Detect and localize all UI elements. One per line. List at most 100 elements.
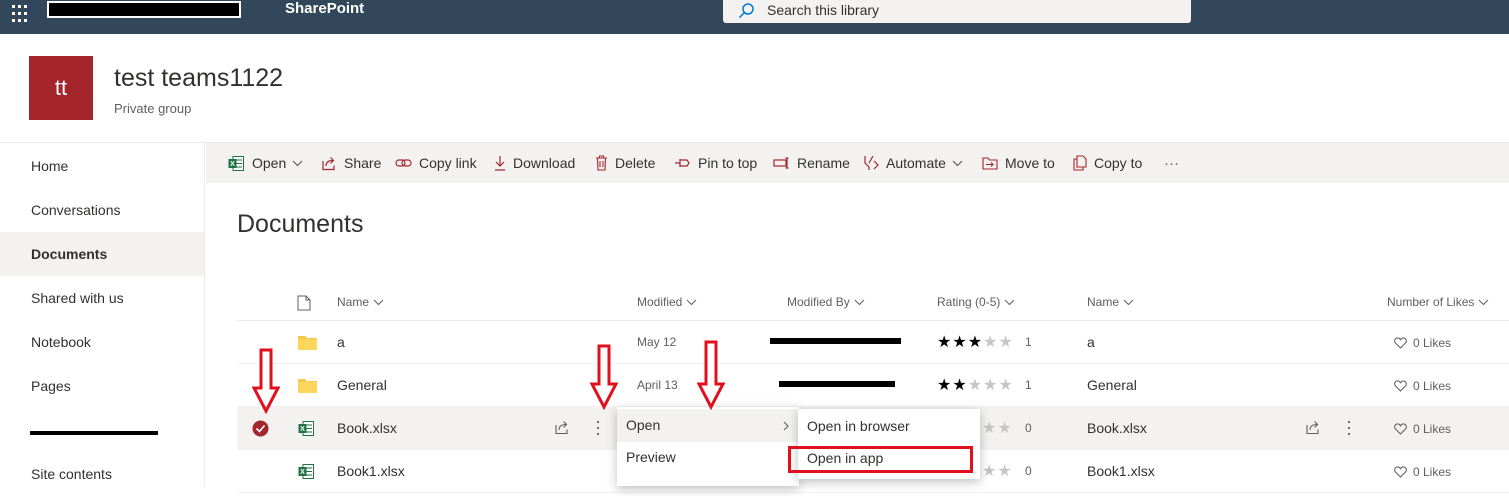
more-vertical-icon[interactable] xyxy=(1346,420,1352,436)
chevron-down-icon xyxy=(952,160,963,166)
delete-button[interactable]: Delete xyxy=(595,143,655,183)
nav-item-shared-with-us[interactable]: Shared with us xyxy=(0,276,204,320)
file-name[interactable]: General xyxy=(337,364,387,407)
share-button[interactable]: Share xyxy=(321,143,381,183)
table-row[interactable]: a May 12 ★★★★★ 1 a 0 Likes xyxy=(237,321,1509,364)
annotation-highlight-box xyxy=(788,446,973,473)
automate-button[interactable]: Automate xyxy=(863,143,970,183)
share-icon[interactable] xyxy=(1305,420,1321,435)
column-header-modified-by[interactable]: Modified By xyxy=(787,295,865,309)
menu-item-open-label: Open xyxy=(626,417,661,433)
file-name[interactable]: Book.xlsx xyxy=(337,407,397,450)
copy-link-label: Copy link xyxy=(419,155,477,171)
annotation-arrow-down-icon xyxy=(590,344,618,410)
modified-by-redacted xyxy=(779,381,895,387)
menu-item-open[interactable]: Open xyxy=(617,409,799,442)
name-column-value: Book.xlsx xyxy=(1087,420,1147,436)
column-modified-by-label: Modified By xyxy=(787,295,850,309)
likes-button[interactable]: 0 Likes xyxy=(1394,364,1451,407)
download-icon xyxy=(495,156,505,171)
context-menu: Open Preview xyxy=(617,407,799,486)
rating-count: 1 xyxy=(1025,378,1032,392)
rating-count: 1 xyxy=(1025,335,1032,349)
likes-button[interactable]: 0 Likes xyxy=(1394,450,1451,493)
menu-item-preview[interactable]: Preview xyxy=(617,441,799,474)
excel-icon: X xyxy=(228,155,244,171)
pin-to-top-button[interactable]: Pin to top xyxy=(674,143,757,183)
nav-item-site-contents[interactable]: Site contents xyxy=(0,452,204,496)
site-title[interactable]: test teams1122 xyxy=(114,64,283,93)
automate-label: Automate xyxy=(886,155,946,171)
heart-icon xyxy=(1394,336,1407,349)
nav-item-pages[interactable]: Pages xyxy=(0,364,204,408)
delete-label: Delete xyxy=(615,155,656,171)
search-box[interactable]: Search this library xyxy=(723,0,1191,23)
name-column-value: Book1.xlsx xyxy=(1087,463,1155,479)
likes-button[interactable]: 0 Likes xyxy=(1394,407,1451,450)
file-name[interactable]: Book1.xlsx xyxy=(337,450,405,493)
redacted-tenant-name xyxy=(47,1,241,18)
checkmark-circle-icon[interactable] xyxy=(252,420,269,437)
column-header-modified[interactable]: Modified xyxy=(637,295,697,309)
pin-to-top-label: Pin to top xyxy=(698,155,758,171)
open-button[interactable]: X Open xyxy=(228,143,310,183)
left-navigation: Home Conversations Documents Shared with… xyxy=(0,143,205,486)
file-type-column-icon[interactable] xyxy=(297,295,311,311)
rating-stars[interactable]: ★★ xyxy=(982,407,1013,450)
share-label: Share xyxy=(344,155,382,171)
table-row[interactable]: General April 13 ★★★★★ 1 General 0 Likes xyxy=(237,364,1509,407)
column-modified-label: Modified xyxy=(637,295,683,309)
rename-label: Rename xyxy=(797,155,850,171)
nav-item-documents[interactable]: Documents xyxy=(0,232,204,276)
folder-icon xyxy=(298,336,317,350)
rating-stars[interactable]: ★★ xyxy=(982,450,1013,493)
download-button[interactable]: Download xyxy=(494,143,575,183)
app-launcher-icon[interactable] xyxy=(12,3,32,23)
likes-count: 0 Likes xyxy=(1413,335,1452,350)
chevron-down-icon xyxy=(1479,299,1489,305)
nav-item-redacted[interactable] xyxy=(30,431,158,435)
nav-item-home[interactable]: Home xyxy=(0,144,204,188)
chevron-down-icon xyxy=(373,299,384,305)
folder-icon xyxy=(298,379,317,393)
more-vertical-icon[interactable] xyxy=(595,420,601,436)
trash-icon xyxy=(596,155,607,171)
more-commands-button[interactable]: ··· xyxy=(1164,143,1179,183)
svg-text:X: X xyxy=(300,469,305,476)
chevron-down-icon xyxy=(687,299,697,305)
site-logo[interactable]: tt xyxy=(29,56,93,120)
share-icon xyxy=(322,156,335,170)
menu-item-open-in-browser[interactable]: Open in browser xyxy=(798,410,980,443)
column-likes-label: Number of Likes xyxy=(1387,295,1475,309)
open-label: Open xyxy=(252,155,287,171)
modified-by-redacted xyxy=(770,338,901,344)
search-placeholder: Search this library xyxy=(767,2,880,18)
name-column-value: General xyxy=(1087,377,1137,393)
copy-to-button[interactable]: Copy to xyxy=(1073,143,1142,183)
copy-to-label: Copy to xyxy=(1094,155,1143,171)
rating-count: 0 xyxy=(1025,464,1032,478)
heart-icon xyxy=(1394,465,1407,478)
column-header-rating[interactable]: Rating (0-5) xyxy=(937,295,1015,309)
copy-link-button[interactable]: Copy link xyxy=(395,143,477,183)
column-header-likes[interactable]: Number of Likes xyxy=(1387,295,1489,309)
rating-stars[interactable]: ★★★★★ xyxy=(937,364,1014,407)
likes-count: 0 Likes xyxy=(1413,378,1452,393)
sharepoint-brand[interactable]: SharePoint xyxy=(285,0,364,18)
file-name[interactable]: a xyxy=(337,321,345,364)
column-header-name[interactable]: Name xyxy=(337,295,384,309)
likes-count: 0 Likes xyxy=(1413,464,1452,479)
link-icon xyxy=(395,159,412,167)
rename-icon xyxy=(773,157,789,169)
likes-count: 0 Likes xyxy=(1413,421,1452,436)
column-header-name-2[interactable]: Name xyxy=(1087,295,1134,309)
library-title: Documents xyxy=(237,210,364,238)
nav-item-conversations[interactable]: Conversations xyxy=(0,188,204,232)
nav-item-notebook[interactable]: Notebook xyxy=(0,320,204,364)
share-icon[interactable] xyxy=(554,420,570,435)
rename-button[interactable]: Rename xyxy=(773,143,850,183)
move-to-button[interactable]: Move to xyxy=(982,143,1055,183)
likes-button[interactable]: 0 Likes xyxy=(1394,321,1451,364)
download-label: Download xyxy=(513,155,576,171)
rating-stars[interactable]: ★★★★★ xyxy=(937,321,1014,364)
